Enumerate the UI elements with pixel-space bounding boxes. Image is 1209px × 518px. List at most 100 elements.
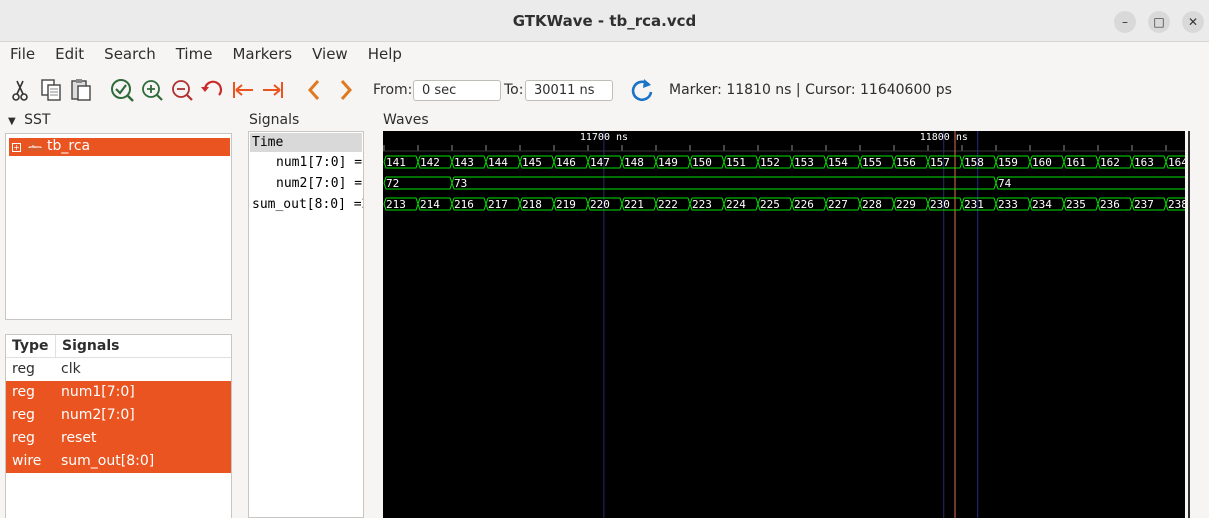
bus-value: 228 xyxy=(862,198,882,211)
zoom-to-start-button[interactable] xyxy=(229,76,257,104)
bus-value: 213 xyxy=(386,198,406,211)
next-edge-icon xyxy=(340,80,353,100)
zoom-in-button[interactable] xyxy=(138,76,166,104)
bus-value: 154 xyxy=(828,156,848,169)
bus-value: 156 xyxy=(896,156,916,169)
menu-time[interactable]: Time xyxy=(166,42,223,66)
table-row[interactable]: wire sum_out[8:0] xyxy=(6,450,231,473)
menu-edit[interactable]: Edit xyxy=(45,42,94,66)
zoom-out-button[interactable] xyxy=(168,76,196,104)
close-button[interactable]: ✕ xyxy=(1182,11,1204,33)
next-edge-button[interactable] xyxy=(332,76,360,104)
signal-name-sum-out[interactable]: sum_out[8:0] =238 xyxy=(252,197,363,212)
zoom-to-end-icon xyxy=(263,82,283,98)
cut-button[interactable] xyxy=(6,76,34,104)
from-input[interactable] xyxy=(413,80,501,101)
signal-type-table: Type Signals reg clk reg num1[7:0] reg n… xyxy=(5,334,232,518)
menu-help[interactable]: Help xyxy=(358,42,412,66)
collapse-triangle-icon: ▼ xyxy=(8,116,16,127)
timeline-label: 11700 ns xyxy=(580,132,628,143)
copy-icon xyxy=(41,79,61,101)
prev-edge-icon xyxy=(307,80,320,100)
bus-value: 217 xyxy=(488,198,508,211)
table-row[interactable]: reg reset xyxy=(6,427,231,450)
copy-button[interactable] xyxy=(37,76,65,104)
bus-value: 163 xyxy=(1134,156,1154,169)
waveform-canvas[interactable]: 11700 ns 11800 ns 141 142 143 144 145 146 147 148… xyxy=(383,131,1185,518)
bus-value: 235 xyxy=(1066,198,1086,211)
prev-edge-button[interactable] xyxy=(300,76,328,104)
bus-value: 149 xyxy=(658,156,678,169)
signal-name-num2[interactable]: num2[7:0] =74 xyxy=(276,176,363,191)
bus-value: 143 xyxy=(454,156,474,169)
bus-value: 162 xyxy=(1100,156,1120,169)
waves-pane[interactable]: 11700 ns 11800 ns 141 142 143 144 145 146 147 148… xyxy=(383,131,1185,518)
undo-zoom-button[interactable] xyxy=(198,76,226,104)
row-type: reg xyxy=(12,384,35,400)
menu-view[interactable]: View xyxy=(302,42,358,66)
menu-search[interactable]: Search xyxy=(94,42,166,66)
row-signal: num1[7:0] xyxy=(61,384,135,400)
waves-vertical-scrollbar[interactable] xyxy=(1186,131,1206,518)
toolbar: From: To: Marker: 11810 ns | Cursor: 116… xyxy=(0,72,1209,110)
bus-value: 159 xyxy=(998,156,1018,169)
signals-pane[interactable]: Time num1[7:0] =164 num2[7:0] =74 sum_ou… xyxy=(248,131,364,518)
bus-value: 236 xyxy=(1100,198,1120,211)
bus-value: 160 xyxy=(1032,156,1052,169)
zoom-out-icon xyxy=(172,80,193,101)
column-signals-header[interactable]: Signals xyxy=(62,338,119,354)
bus-value: 220 xyxy=(590,198,610,211)
sst-label[interactable]: ▼ SST xyxy=(8,112,50,128)
bus-value: 150 xyxy=(692,156,712,169)
tree-item-tb-rca[interactable]: + tb_rca xyxy=(9,138,230,156)
zoom-fit-button[interactable] xyxy=(108,76,136,104)
bus-value: 146 xyxy=(556,156,576,169)
maximize-button[interactable]: □ xyxy=(1148,11,1170,33)
time-header: Time xyxy=(250,133,362,152)
row-signal: num2[7:0] xyxy=(61,407,135,423)
bus-value: 227 xyxy=(828,198,848,211)
bus-value: 229 xyxy=(896,198,916,211)
bus-value: 158 xyxy=(964,156,984,169)
marker-cursor-readout: Marker: 11810 ns | Cursor: 11640600 ps xyxy=(669,82,952,98)
timeline-label: 11800 ns xyxy=(920,132,968,143)
zoom-to-end-button[interactable] xyxy=(259,76,287,104)
menu-markers[interactable]: Markers xyxy=(222,42,302,66)
bus-value: 164 xyxy=(1168,156,1185,169)
paste-icon xyxy=(71,79,91,101)
paste-button[interactable] xyxy=(67,76,95,104)
bus-value: 157 xyxy=(930,156,950,169)
bus-value: 238 xyxy=(1168,198,1185,211)
row-signal: clk xyxy=(61,361,81,377)
minimize-icon: – xyxy=(1122,15,1128,29)
column-type-header[interactable]: Type xyxy=(12,338,49,354)
bus-value: 234 xyxy=(1032,198,1052,211)
reload-button[interactable] xyxy=(628,76,656,104)
menu-file[interactable]: File xyxy=(0,42,45,66)
reload-icon xyxy=(631,79,653,102)
bus-value: 222 xyxy=(658,198,678,211)
expand-icon[interactable]: + xyxy=(12,143,21,152)
module-icon xyxy=(27,142,43,151)
table-row[interactable]: reg num1[7:0] xyxy=(6,381,231,404)
signal-name-num1[interactable]: num1[7:0] =164 xyxy=(276,155,363,170)
to-input[interactable] xyxy=(525,80,613,101)
tree-item-label: tb_rca xyxy=(47,138,91,154)
window-title: GTKWave - tb_rca.vcd xyxy=(512,12,697,30)
table-row[interactable]: reg clk xyxy=(6,358,231,381)
bus-value: 74 xyxy=(998,177,1012,190)
zoom-to-start-icon xyxy=(233,82,253,98)
row-signal: reset xyxy=(61,430,97,446)
table-row[interactable]: reg num2[7:0] xyxy=(6,404,231,427)
bus-segment xyxy=(995,176,1185,190)
row-type: wire xyxy=(12,453,42,469)
minimize-button[interactable]: – xyxy=(1114,11,1136,33)
bus-value: 231 xyxy=(964,198,984,211)
bus-value: 145 xyxy=(522,156,542,169)
sst-tree[interactable]: + tb_rca xyxy=(5,133,232,320)
bus-value: 141 xyxy=(386,156,406,169)
bus-value: 151 xyxy=(726,156,746,169)
zoom-fit-icon xyxy=(111,79,134,102)
row-signal: sum_out[8:0] xyxy=(61,453,155,469)
bus-value: 237 xyxy=(1134,198,1154,211)
